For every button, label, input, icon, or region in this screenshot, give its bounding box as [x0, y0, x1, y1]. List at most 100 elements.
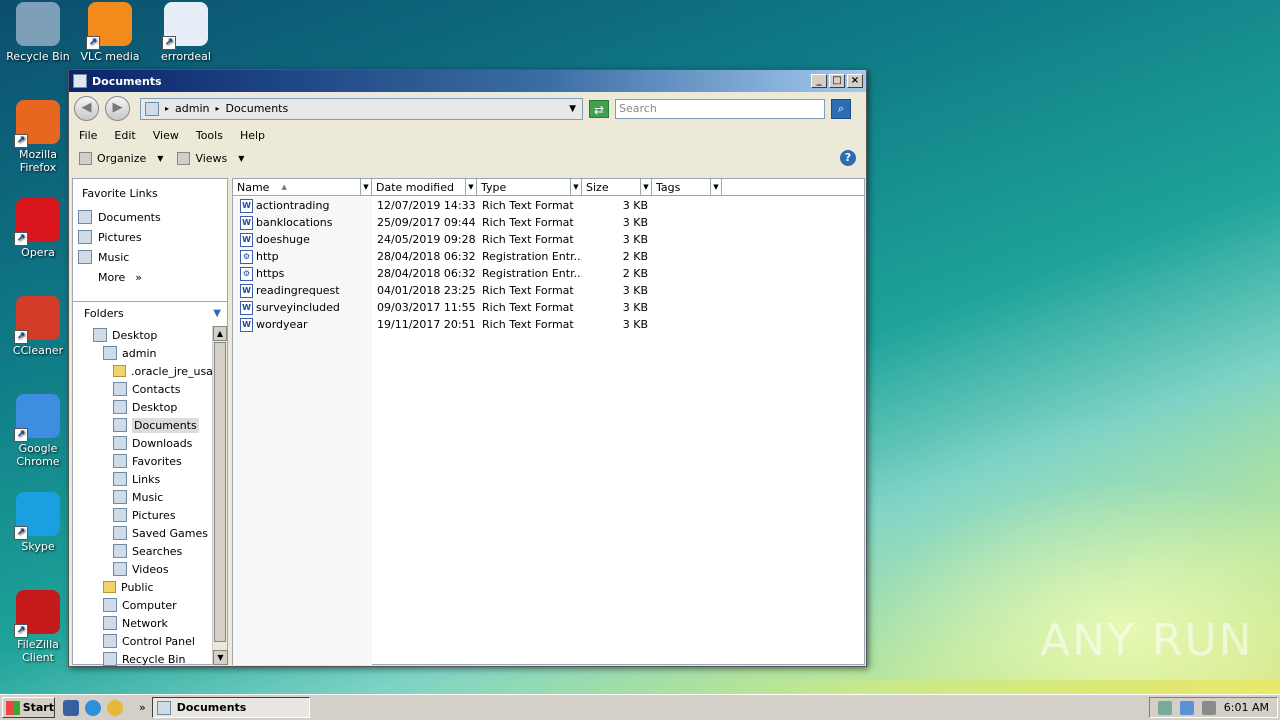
start-button[interactable]: Start [2, 697, 55, 718]
minimize-button[interactable]: _ [811, 74, 827, 88]
tree-item[interactable]: Computer [73, 596, 213, 614]
show-desktop-icon[interactable] [63, 699, 79, 716]
file-name-cell: ⚙ http [233, 249, 372, 264]
tree-item[interactable]: admin [73, 344, 213, 362]
breadcrumb-arrow-icon[interactable]: ▸ [215, 104, 219, 113]
desktop-icon-recycle-bin[interactable]: Recycle Bin [0, 2, 76, 63]
help-icon[interactable]: ? [840, 150, 856, 166]
tree-item[interactable]: Control Panel [73, 632, 213, 650]
file-type: Registration Entr... [482, 267, 582, 280]
scroll-down-icon[interactable]: ▼ [213, 650, 228, 665]
tree-item[interactable]: Contacts [73, 380, 213, 398]
fav-link-more[interactable]: More » [73, 267, 227, 287]
menu-view[interactable]: View [153, 129, 179, 142]
tree-item[interactable]: Documents [73, 416, 213, 434]
file-row[interactable]: Wdoeshuge 24/05/2019 09:28 Rich Text Forma… [233, 231, 864, 248]
menu-edit[interactable]: Edit [114, 129, 135, 142]
folder-icon [113, 562, 127, 576]
file-row[interactable]: Wwordyear 19/11/2017 20:51 Rich Text Forma… [233, 316, 864, 333]
file-date: 12/07/2019 14:33 [377, 199, 476, 212]
file-row[interactable]: ⚙ https 28/04/2018 06:32 Registration Entr.… [233, 265, 864, 282]
breadcrumb-admin[interactable]: admin [175, 102, 209, 115]
tree-item[interactable]: Videos [73, 560, 213, 578]
tree-item[interactable]: .oracle_jre_usag [73, 362, 213, 380]
desktop-icon-vlc[interactable]: ↗ VLC media [72, 2, 148, 63]
file-row[interactable]: ⚙ http 28/04/2018 06:32 Registration Entr..… [233, 248, 864, 265]
desktop-icon-filezilla[interactable]: ↗ FileZilla Client [0, 590, 76, 664]
col-tags[interactable]: Tags ▼ [652, 179, 722, 195]
maximize-button[interactable]: □ [829, 74, 845, 88]
breadcrumb-documents[interactable]: Documents [226, 102, 289, 115]
desktop-icon-word-document[interactable]: ↗ errordeal [148, 2, 224, 63]
close-button[interactable]: × [847, 74, 863, 88]
menu-file[interactable]: File [79, 129, 97, 142]
file-row[interactable]: Wsurveyincluded 09/03/2017 11:55 Rich Text… [233, 299, 864, 316]
col-name[interactable]: Name ▲ ▼ [233, 179, 372, 195]
tree-item[interactable]: Favorites [73, 452, 213, 470]
refresh-icon[interactable]: ⇄ [589, 99, 609, 118]
desktop-icon-ccleaner[interactable]: ↗ CCleaner [0, 296, 76, 357]
network-icon[interactable] [1179, 700, 1194, 715]
fav-link-music[interactable]: Music [73, 247, 227, 267]
tree-item[interactable]: Network [73, 614, 213, 632]
desktop-icon-label: FileZilla Client [17, 638, 59, 664]
tree-item[interactable]: Saved Games [73, 524, 213, 542]
registry-file-icon: ⚙ [240, 266, 253, 281]
media-player-icon[interactable] [107, 699, 123, 716]
col-type[interactable]: Type ▼ [477, 179, 582, 195]
search-icon[interactable]: ⌕ [831, 98, 851, 119]
file-size: 3 KB [622, 216, 648, 229]
internet-explorer-icon[interactable] [85, 699, 101, 716]
tree-item[interactable]: Pictures [73, 506, 213, 524]
desktop-icon-skype[interactable]: ↗ Skype [0, 492, 76, 553]
rtf-file-icon: W [240, 215, 253, 230]
tree-item[interactable]: Downloads [73, 434, 213, 452]
breadcrumb-arrow-icon[interactable]: ▸ [165, 104, 169, 113]
tree-item[interactable]: Desktop [73, 398, 213, 416]
security-icon[interactable] [1157, 700, 1172, 715]
column-dropdown-icon[interactable]: ▼ [640, 179, 651, 195]
col-type-label: Type [481, 180, 507, 194]
desktop-icon-opera[interactable]: ↗ Opera [0, 198, 76, 259]
organize-button[interactable]: Organize ▼ [79, 152, 163, 165]
column-dropdown-icon[interactable]: ▼ [570, 179, 581, 195]
tree-item[interactable]: Music [73, 488, 213, 506]
search-input[interactable]: Search [615, 98, 825, 119]
file-name: https [256, 267, 285, 280]
column-dropdown-icon[interactable]: ▼ [710, 179, 721, 195]
views-button[interactable]: Views ▼ [177, 152, 244, 165]
back-button[interactable]: ◀ [74, 96, 99, 121]
fav-link-documents[interactable]: Documents [73, 207, 227, 227]
recycle-bin-icon [16, 2, 60, 46]
tree-item[interactable]: Desktop [73, 326, 213, 344]
tree-item[interactable]: Public [73, 578, 213, 596]
file-name: actiontrading [256, 199, 330, 212]
folders-header[interactable]: Folders ▼ [73, 301, 227, 325]
desktop-icon-firefox[interactable]: ↗ Mozilla Firefox [0, 100, 76, 174]
scroll-up-icon[interactable]: ▲ [213, 326, 227, 341]
file-row[interactable]: Wreadingrequest 04/01/2018 23:25 Rich Text… [233, 282, 864, 299]
menu-help[interactable]: Help [240, 129, 265, 142]
col-size[interactable]: Size ▼ [582, 179, 652, 195]
menu-tools[interactable]: Tools [196, 129, 223, 142]
tree-item[interactable]: Links [73, 470, 213, 488]
address-bar[interactable]: ▸ admin ▸ Documents ▼ [140, 97, 583, 120]
col-date[interactable]: Date modified ▼ [372, 179, 477, 195]
folder-scrollbar[interactable]: ▲ ▼ [212, 326, 228, 665]
scroll-thumb[interactable] [214, 342, 226, 642]
address-dropdown-icon[interactable]: ▼ [569, 104, 576, 114]
title-bar[interactable]: Documents _ □ × [69, 70, 866, 92]
column-dropdown-icon[interactable]: ▼ [465, 179, 476, 195]
forward-button[interactable]: ▶ [105, 96, 130, 121]
clock[interactable]: 6:01 AM [1224, 701, 1269, 714]
quick-launch-chevron-icon[interactable]: » [139, 701, 146, 714]
desktop-icon-chrome[interactable]: ↗ Google Chrome [0, 394, 76, 468]
file-row[interactable]: Wbanklocations 25/09/2017 09:44 Rich Text … [233, 214, 864, 231]
tree-item[interactable]: Recycle Bin [73, 650, 213, 666]
fav-link-pictures[interactable]: Pictures [73, 227, 227, 247]
taskbar-documents-button[interactable]: Documents [151, 697, 310, 718]
file-row[interactable]: Wactiontrading 12/07/2019 14:33 Rich Text … [233, 197, 864, 214]
column-dropdown-icon[interactable]: ▼ [360, 179, 371, 195]
tree-item[interactable]: Searches [73, 542, 213, 560]
volume-icon[interactable] [1201, 700, 1216, 715]
